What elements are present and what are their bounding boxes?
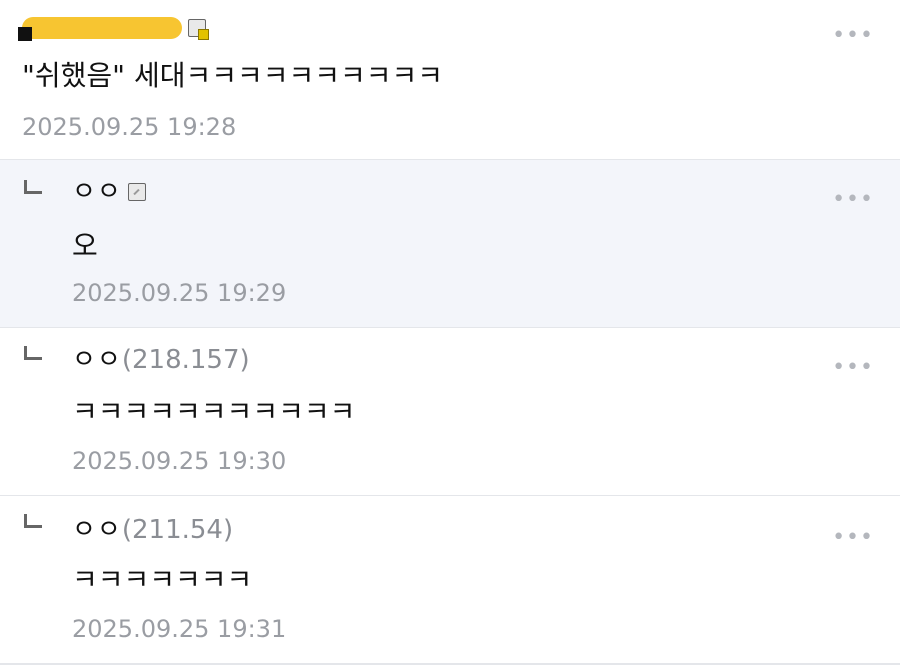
comment-timestamp: 2025.09.25 19:28 <box>22 113 237 141</box>
fixed-user-icon <box>188 19 209 40</box>
reply-author[interactable]: ㅇㅇ (218.157) <box>72 342 250 378</box>
reply-item: ㅇㅇ (211.54) ••• ㅋㅋㅋㅋㅋㅋㅋ 2025.09.25 19:31 <box>0 496 900 665</box>
comment-text: "쉬했음" 세대ㅋㅋㅋㅋㅋㅋㅋㅋㅋㅋ <box>22 59 444 92</box>
more-options-button[interactable]: ••• <box>832 25 874 47</box>
reply-nickname[interactable]: ㅇㅇ <box>72 342 122 378</box>
reply-arrow-icon <box>24 346 42 360</box>
reply-text: ㅋㅋㅋㅋㅋㅋㅋ <box>72 563 253 596</box>
reply-author[interactable]: ㅇㅇ (211.54) <box>72 512 233 548</box>
reply-author[interactable]: ㅇㅇ <box>72 174 146 210</box>
reply-arrow-icon <box>24 180 42 194</box>
reply-text: ㅋㅋㅋㅋㅋㅋㅋㅋㅋㅋㅋ <box>72 395 356 428</box>
reply-timestamp: 2025.09.25 19:29 <box>72 279 287 307</box>
more-options-button[interactable]: ••• <box>832 527 874 549</box>
reply-item: ㅇㅇ (218.157) ••• ㅋㅋㅋㅋㅋㅋㅋㅋㅋㅋㅋ 2025.09.25 … <box>0 328 900 496</box>
reply-nickname[interactable]: ㅇㅇ <box>72 174 122 210</box>
reply-ip: (218.157) <box>121 345 250 375</box>
reply-nickname[interactable]: ㅇㅇ <box>72 512 122 548</box>
reply-arrow-icon <box>24 514 42 528</box>
semi-fixed-user-icon <box>127 183 146 201</box>
comment-item: ••• "쉬했음" 세대ㅋㅋㅋㅋㅋㅋㅋㅋㅋㅋ 2025.09.25 19:28 <box>0 0 900 160</box>
reply-item: ㅇㅇ ••• 오 2025.09.25 19:29 <box>0 160 900 328</box>
more-options-button[interactable]: ••• <box>832 357 874 379</box>
reply-timestamp: 2025.09.25 19:31 <box>72 615 287 643</box>
reply-timestamp: 2025.09.25 19:30 <box>72 447 287 475</box>
reply-text: 오 <box>72 229 98 262</box>
more-options-button[interactable]: ••• <box>832 189 874 211</box>
comment-author[interactable] <box>18 10 209 46</box>
redacted-nickname <box>18 17 182 41</box>
reply-ip: (211.54) <box>121 515 234 545</box>
